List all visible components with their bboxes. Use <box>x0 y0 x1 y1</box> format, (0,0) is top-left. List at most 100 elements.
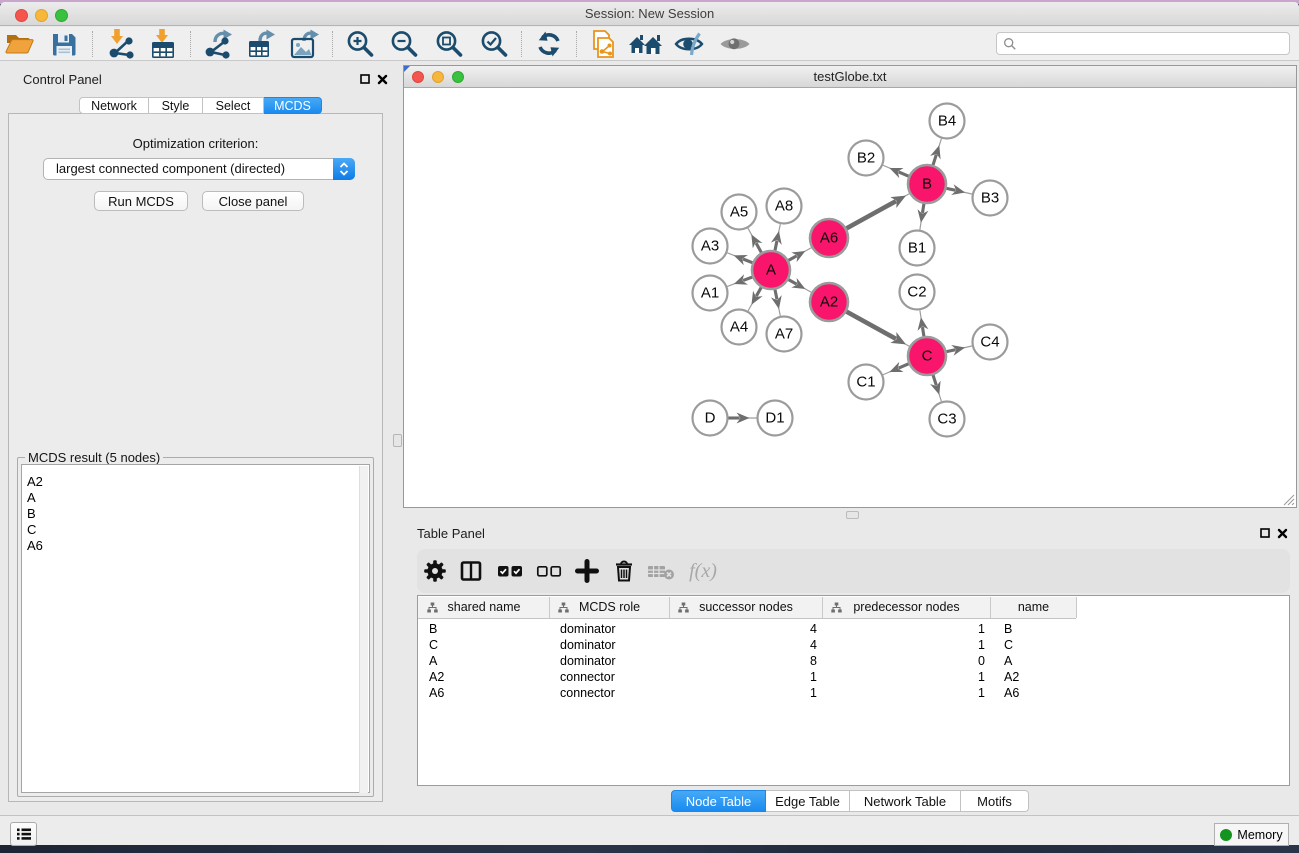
control-tab-select[interactable]: Select <box>203 97 264 114</box>
mcds-result-list[interactable]: A2ABCA6 <box>21 464 370 793</box>
control-panel-float-button[interactable] <box>358 72 372 86</box>
table-cell[interactable]: A <box>992 653 1078 669</box>
graph-edge-A-A7[interactable] <box>771 290 782 316</box>
table-deselect-all-button[interactable] <box>532 554 566 588</box>
graph-node-C3[interactable]: C3 <box>930 402 965 437</box>
import-table-button[interactable] <box>144 29 182 59</box>
table-delete-button[interactable] <box>607 554 641 588</box>
vertical-splitter-handle[interactable] <box>393 434 402 447</box>
resize-grip-icon[interactable] <box>1283 494 1295 506</box>
column-header-successor-nodes[interactable]: successor nodes <box>670 597 823 618</box>
table-cell[interactable]: 1 <box>671 685 824 701</box>
export-image-button[interactable] <box>285 29 323 59</box>
table-cell[interactable]: 4 <box>671 621 824 637</box>
graph-edge-A6-B[interactable] <box>847 194 910 229</box>
table-add-column-button[interactable] <box>570 554 604 588</box>
control-tab-mcds[interactable]: MCDS <box>264 97 322 114</box>
graph-edge-B-B2[interactable] <box>883 165 909 178</box>
graph-node-D1[interactable]: D1 <box>758 401 793 436</box>
graph-node-A[interactable]: A <box>752 251 790 289</box>
network-close-traffic-light[interactable] <box>412 71 424 83</box>
refresh-button[interactable] <box>530 29 568 59</box>
table-cell[interactable]: dominator <box>551 653 671 669</box>
result-list-item[interactable]: B <box>22 506 369 522</box>
export-table-button[interactable] <box>242 29 280 59</box>
table-cell[interactable]: A <box>420 653 551 669</box>
table-cell[interactable]: A2 <box>420 669 551 685</box>
control-panel-close-button[interactable] <box>375 72 389 86</box>
graph-node-A8[interactable]: A8 <box>767 189 802 224</box>
table-tab-node-table[interactable]: Node Table <box>671 790 766 812</box>
result-list-item[interactable]: A2 <box>22 474 369 490</box>
graph-node-C[interactable]: C <box>908 337 946 375</box>
control-tab-style[interactable]: Style <box>149 97 203 114</box>
graph-edge-B-B1[interactable] <box>918 204 929 230</box>
memory-button[interactable]: Memory <box>1214 823 1289 846</box>
table-panel-close-button[interactable] <box>1275 526 1289 540</box>
graph-edge-B-B3[interactable] <box>947 184 972 195</box>
graph-node-A2[interactable]: A2 <box>810 283 848 321</box>
open-session-button[interactable] <box>1 29 39 59</box>
graph-edge-D-D1[interactable] <box>729 413 757 424</box>
zoom-in-button[interactable] <box>342 29 380 59</box>
column-header-predecessor-nodes[interactable]: predecessor nodes <box>823 597 991 618</box>
table-cell[interactable]: C <box>992 637 1078 653</box>
table-delete-table-button[interactable] <box>644 554 678 588</box>
column-header-shared-name[interactable]: shared name <box>419 597 550 618</box>
graph-edge-A-A6[interactable] <box>789 248 812 262</box>
table-cell[interactable]: C <box>420 637 551 653</box>
zoom-out-button[interactable] <box>386 29 424 59</box>
table-row-C[interactable]: Cdominator41C <box>419 637 1290 653</box>
graph-node-C4[interactable]: C4 <box>973 325 1008 360</box>
table-cell[interactable]: 8 <box>671 653 824 669</box>
first-neighbors-button[interactable] <box>584 29 622 59</box>
graph-edge-C-C4[interactable] <box>947 345 972 356</box>
network-canvas[interactable]: B4B2BB3A8A5A6A3B1AA1C2A2A4A7C4CC1C3DD1 <box>404 89 1296 507</box>
result-list-item[interactable]: A <box>22 490 369 506</box>
graph-node-A7[interactable]: A7 <box>767 317 802 352</box>
criterion-combobox[interactable]: largest connected component (directed) <box>43 158 355 180</box>
table-cell[interactable]: connector <box>551 685 671 701</box>
table-panel-float-button[interactable] <box>1258 526 1272 540</box>
table-cell[interactable]: 1 <box>824 685 992 701</box>
result-list-item[interactable]: A6 <box>22 538 369 554</box>
graph-node-A1[interactable]: A1 <box>693 276 728 311</box>
table-split-button[interactable] <box>454 554 488 588</box>
table-cell[interactable]: dominator <box>551 637 671 653</box>
table-cell[interactable]: A6 <box>420 685 551 701</box>
zoom-traffic-light[interactable] <box>55 9 68 22</box>
control-tab-network[interactable]: Network <box>79 97 149 114</box>
graph-node-B2[interactable]: B2 <box>849 141 884 176</box>
zoom-fit-button[interactable] <box>431 29 469 59</box>
graph-node-A4[interactable]: A4 <box>722 310 757 345</box>
table-cell[interactable]: 1 <box>824 669 992 685</box>
table-cell[interactable]: B <box>992 621 1078 637</box>
graph-node-C1[interactable]: C1 <box>849 365 884 400</box>
table-cell[interactable]: dominator <box>551 621 671 637</box>
run-mcds-button[interactable]: Run MCDS <box>94 191 188 211</box>
table-cell[interactable]: A2 <box>992 669 1078 685</box>
table-row-A[interactable]: Adominator80A <box>419 653 1290 669</box>
table-cell[interactable]: 1 <box>824 637 992 653</box>
graph-node-D[interactable]: D <box>693 401 728 436</box>
graph-edge-A-A3[interactable] <box>727 253 752 265</box>
graph-edge-A2-C[interactable] <box>847 312 910 347</box>
graph-edge-A-A5[interactable] <box>748 228 762 252</box>
table-row-A6[interactable]: A6connector11A6 <box>419 685 1290 701</box>
graph-node-A3[interactable]: A3 <box>693 229 728 264</box>
graph-edge-A-A8[interactable] <box>771 224 782 250</box>
table-cell[interactable]: A6 <box>992 685 1078 701</box>
table-tab-network-table[interactable]: Network Table <box>850 790 961 812</box>
network-zoom-traffic-light[interactable] <box>452 71 464 83</box>
minimize-traffic-light[interactable] <box>35 9 48 22</box>
table-gear-button[interactable] <box>418 554 452 588</box>
table-function-builder-button[interactable]: f(x) <box>681 554 725 588</box>
zoom-selected-button[interactable] <box>476 29 514 59</box>
show-all-button[interactable] <box>716 29 754 59</box>
graph-edge-A-A2[interactable] <box>789 278 812 292</box>
table-tab-motifs[interactable]: Motifs <box>961 790 1029 812</box>
graph-node-B4[interactable]: B4 <box>930 104 965 139</box>
show-panels-button[interactable] <box>10 822 37 846</box>
hide-selected-button[interactable] <box>671 29 709 59</box>
table-cell[interactable]: 1 <box>824 621 992 637</box>
